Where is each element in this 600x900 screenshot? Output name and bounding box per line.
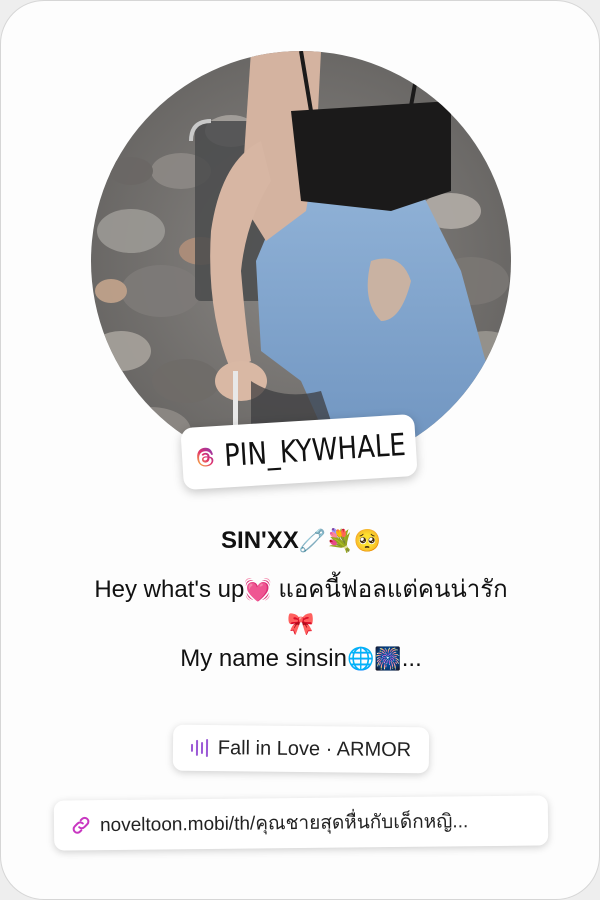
bio-line-3-emoji: 🌐🎆 [346, 647, 402, 672]
link-chip[interactable]: noveltoon.mobi/th/คุณชายสุดหื่นกับเด็กหญ… [53, 795, 549, 851]
bio-line-1-text: Hey what's up [94, 576, 245, 603]
bio-line-3: My name sinsin🌐🎆... [21, 642, 581, 677]
username-sticker[interactable]: PIN_KYWHALE [180, 413, 418, 491]
music-label: Fall in Love · ARMOR [217, 736, 412, 761]
profile-avatar[interactable] [91, 51, 511, 471]
profile-bio: Hey what's up💓 แอคนี้ฟอลแต่คนน่ารัก 🎀 My… [21, 573, 581, 677]
display-name-emoji: 🧷💐🥺 [298, 529, 381, 554]
avatar-photo [91, 51, 511, 471]
music-chip[interactable]: Fall in Love · ARMOR [172, 724, 430, 774]
bio-ellipsis: ... [401, 645, 422, 672]
bio-line-1-thai: แอคนี้ฟอลแต่คนน่ารัก [271, 576, 508, 603]
audio-wave-icon [190, 738, 208, 758]
threads-icon [197, 447, 214, 467]
link-icon [72, 816, 90, 834]
link-url: noveltoon.mobi/th/คุณชายสุดหื่นกับเด็กหญ… [99, 811, 469, 837]
bio-heart-emoji: 💓 [244, 578, 272, 603]
display-name: SIN'XX🧷💐🥺 [1, 527, 599, 555]
profile-card: PIN_KYWHALE SIN'XX🧷💐🥺 Hey what's up💓 แอค… [0, 0, 600, 900]
bio-line-2: 🎀 [287, 612, 315, 637]
bio-line-3-text: My name sinsin [180, 645, 347, 672]
display-name-text: SIN'XX [221, 527, 299, 554]
username-text: PIN_KYWHALE [223, 427, 407, 475]
bio-line-1: Hey what's up💓 แอคนี้ฟอลแต่คนน่ารัก [21, 573, 581, 608]
